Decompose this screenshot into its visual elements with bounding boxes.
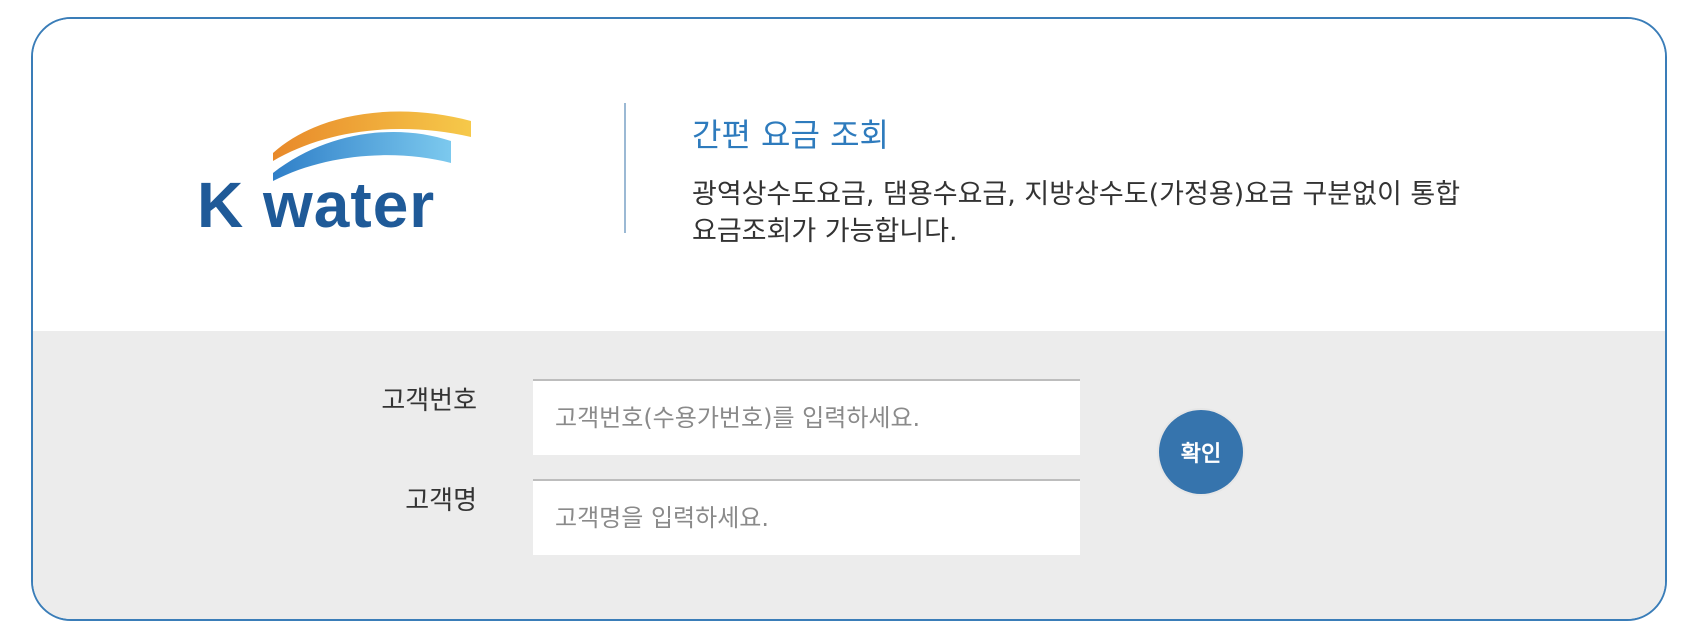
header-section: K water 간편 요금 조회 광역상수도요금, 댐용수요금, 지방상수도(가…: [33, 19, 1665, 331]
customer-name-input[interactable]: [533, 479, 1080, 555]
customer-id-input[interactable]: [533, 379, 1080, 455]
description-line-2: 요금조회가 가능합니다.: [692, 216, 958, 247]
header-divider: [624, 103, 626, 233]
confirm-button[interactable]: 확인: [1159, 410, 1243, 494]
description-line-1: 광역상수도요금, 댐용수요금, 지방상수도(가정용)요금 구분없이 통합: [692, 179, 1461, 210]
customer-id-label: 고객번호: [381, 386, 477, 416]
logo-text: K water: [197, 169, 436, 241]
kwater-logo: K water: [197, 101, 497, 251]
page-title: 간편 요금 조회: [692, 116, 889, 154]
page-description: 광역상수도요금, 댐용수요금, 지방상수도(가정용)요금 구분없이 통합 요금조…: [692, 176, 1492, 250]
customer-name-label: 고객명: [405, 486, 477, 516]
form-section: [33, 331, 1665, 619]
